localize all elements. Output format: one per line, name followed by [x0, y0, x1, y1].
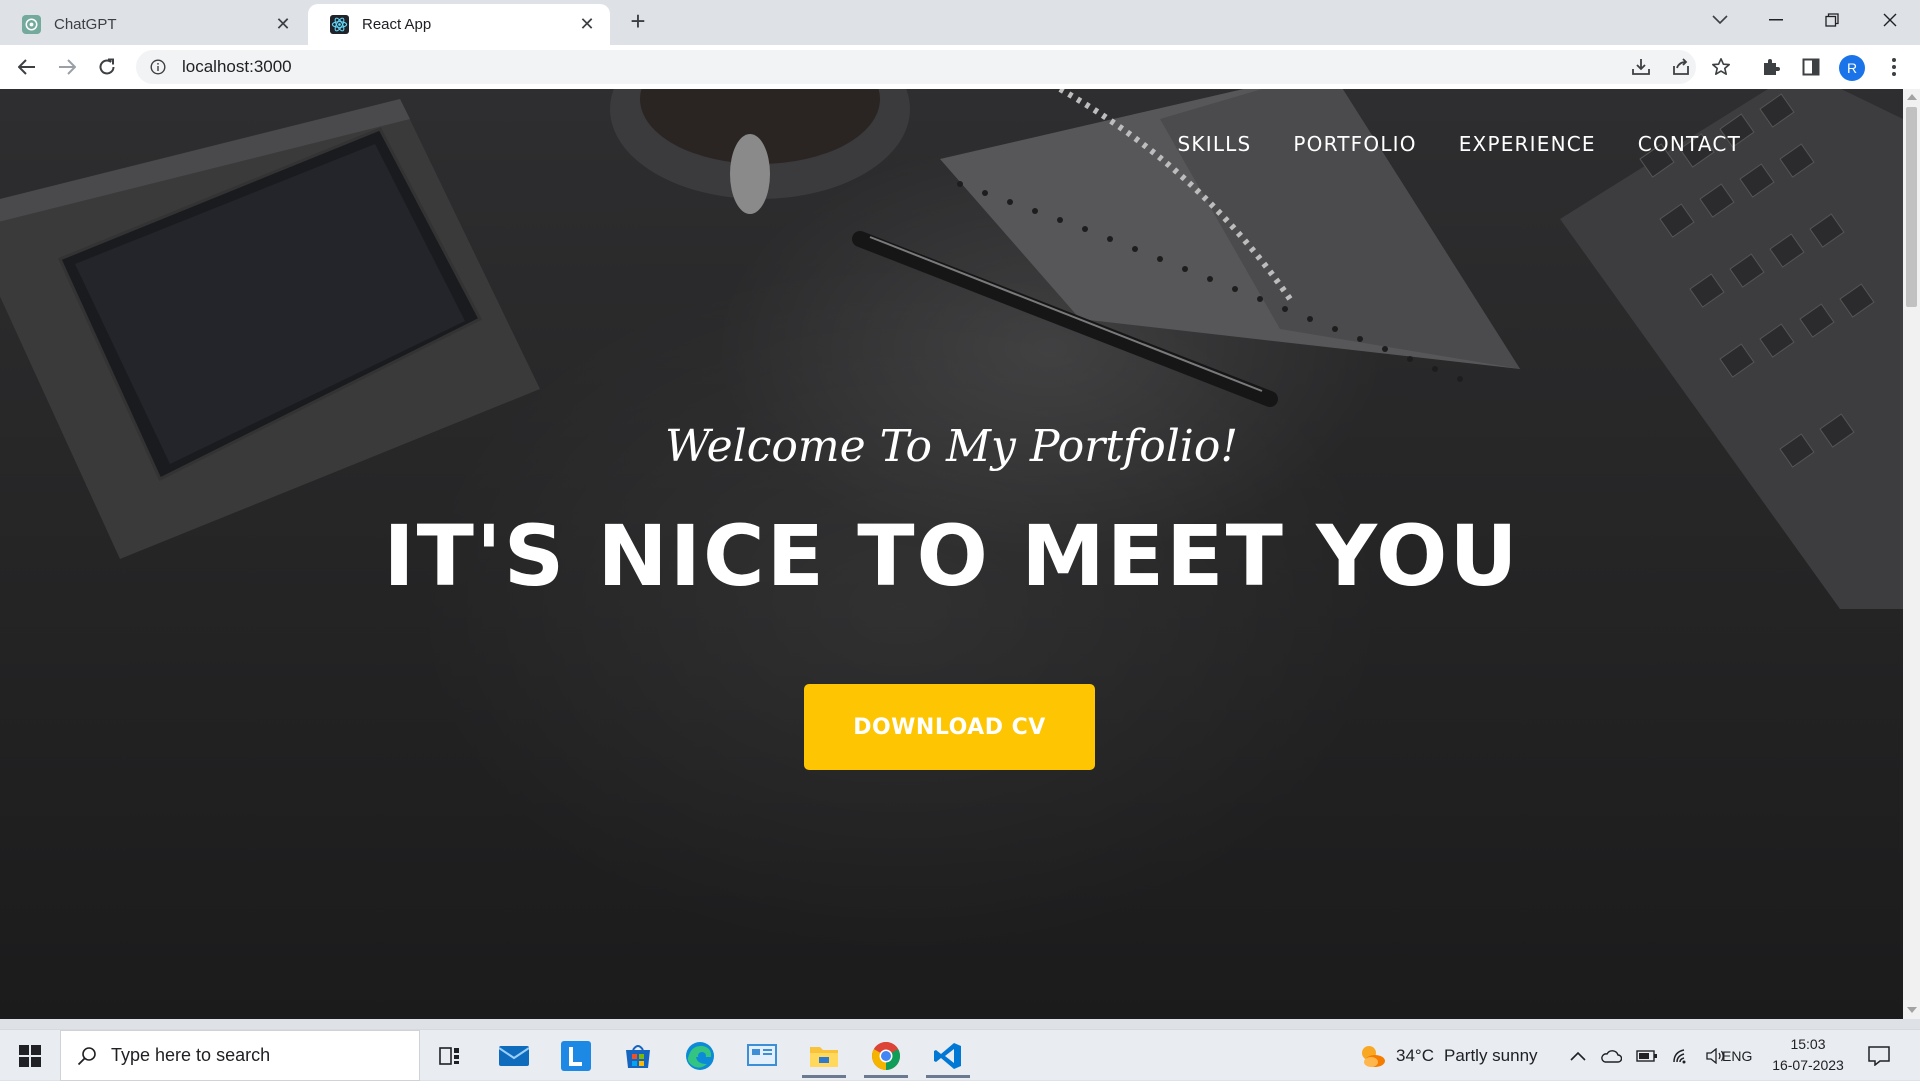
install-app-icon[interactable] [1627, 53, 1655, 81]
tab-title: ChatGPT [54, 16, 117, 33]
tab-search-chevron-icon[interactable] [1694, 4, 1746, 36]
control-panel-icon[interactable] [736, 1033, 788, 1078]
close-tab-icon[interactable]: ✕ [274, 14, 292, 34]
url-text: localhost:3000 [182, 57, 292, 76]
onedrive-cloud-icon[interactable] [1600, 1049, 1622, 1063]
browser-toolbar: localhost:3000 R [0, 45, 1920, 89]
scroll-up-arrow-icon[interactable] [1907, 94, 1917, 100]
share-icon[interactable] [1667, 53, 1695, 81]
react-icon [330, 15, 349, 34]
reload-icon[interactable] [92, 52, 122, 82]
bookmark-star-icon[interactable] [1707, 53, 1735, 81]
partly-sunny-icon [1362, 1045, 1385, 1067]
clock-date: 16-07-2023 [1772, 1057, 1844, 1073]
vscode-icon[interactable] [922, 1033, 974, 1078]
address-bar[interactable]: localhost:3000 [136, 50, 1696, 84]
side-panel-icon[interactable] [1797, 53, 1825, 81]
search-placeholder: Type here to search [111, 1045, 271, 1065]
forward-arrow-icon[interactable] [52, 52, 82, 82]
nav-contact[interactable]: CONTACT [1638, 132, 1741, 156]
nav-skills[interactable]: SKILLS [1178, 132, 1252, 156]
clock-time: 15:03 [1790, 1036, 1826, 1052]
page-scrollbar[interactable] [1903, 89, 1920, 1019]
tab-chatgpt[interactable]: ChatGPT ✕ [0, 4, 306, 45]
close-tab-icon[interactable]: ✕ [578, 14, 596, 34]
chatgpt-icon [22, 15, 41, 34]
file-explorer-icon[interactable] [798, 1033, 850, 1078]
profile-avatar[interactable]: R [1839, 55, 1865, 81]
nav-portfolio[interactable]: PORTFOLIO [1293, 132, 1416, 156]
clock[interactable]: 15:03 16-07-2023 [1766, 1034, 1850, 1076]
mail-icon[interactable] [488, 1033, 540, 1078]
battery-icon[interactable] [1636, 1049, 1658, 1062]
show-hidden-icons-chevron-icon[interactable] [1570, 1051, 1586, 1061]
weather-widget[interactable]: 34°C Partly sunny [1358, 1030, 1538, 1081]
edge-browser-icon[interactable] [674, 1033, 726, 1078]
minimize-icon[interactable] [1750, 4, 1802, 36]
language-indicator[interactable]: ENG [1722, 1030, 1752, 1081]
tab-title: React App [362, 16, 432, 33]
tab-react-app[interactable]: React App ✕ [308, 4, 610, 45]
new-tab-button[interactable]: + [624, 8, 652, 36]
search-icon [77, 1046, 96, 1065]
microsoft-store-icon[interactable] [612, 1033, 664, 1078]
system-tray [1570, 1030, 1726, 1081]
back-arrow-icon[interactable] [12, 52, 42, 82]
weather-description: Partly sunny [1443, 1045, 1538, 1065]
close-window-icon[interactable] [1864, 4, 1916, 36]
nav-experience[interactable]: EXPERIENCE [1459, 132, 1596, 156]
download-cv-button[interactable]: DOWNLOAD CV [804, 684, 1095, 770]
task-view-icon[interactable] [424, 1033, 476, 1078]
notification-center-icon[interactable] [1868, 1030, 1890, 1081]
scrollbar-thumb[interactable] [1906, 107, 1917, 307]
extensions-puzzle-icon[interactable] [1757, 53, 1785, 81]
page-viewport: SKILLS PORTFOLIO EXPERIENCE CONTACT Welc… [0, 89, 1903, 1019]
hero-subtitle: Welcome To My Portfolio! [664, 421, 1239, 472]
l-app-icon[interactable] [550, 1033, 602, 1078]
site-info-icon[interactable] [150, 59, 166, 75]
kebab-menu-icon[interactable] [1880, 53, 1908, 81]
windows-start-icon[interactable] [0, 1030, 60, 1081]
wifi-icon[interactable] [1672, 1048, 1692, 1064]
browser-tab-bar: ChatGPT ✕ React App ✕ + [0, 0, 1920, 45]
hero-title: IT'S NICE TO MEET YOU [383, 507, 1520, 605]
top-navigation: SKILLS PORTFOLIO EXPERIENCE CONTACT [1178, 132, 1741, 156]
taskbar-search-box[interactable]: Type here to search [60, 1030, 420, 1081]
scroll-down-arrow-icon[interactable] [1907, 1007, 1917, 1013]
restore-icon[interactable] [1806, 4, 1858, 36]
windows-taskbar: Type here to search 34°C Partly sunny EN… [0, 1029, 1920, 1081]
chrome-browser-icon[interactable] [860, 1033, 912, 1078]
weather-temperature: 34°C [1396, 1045, 1434, 1065]
